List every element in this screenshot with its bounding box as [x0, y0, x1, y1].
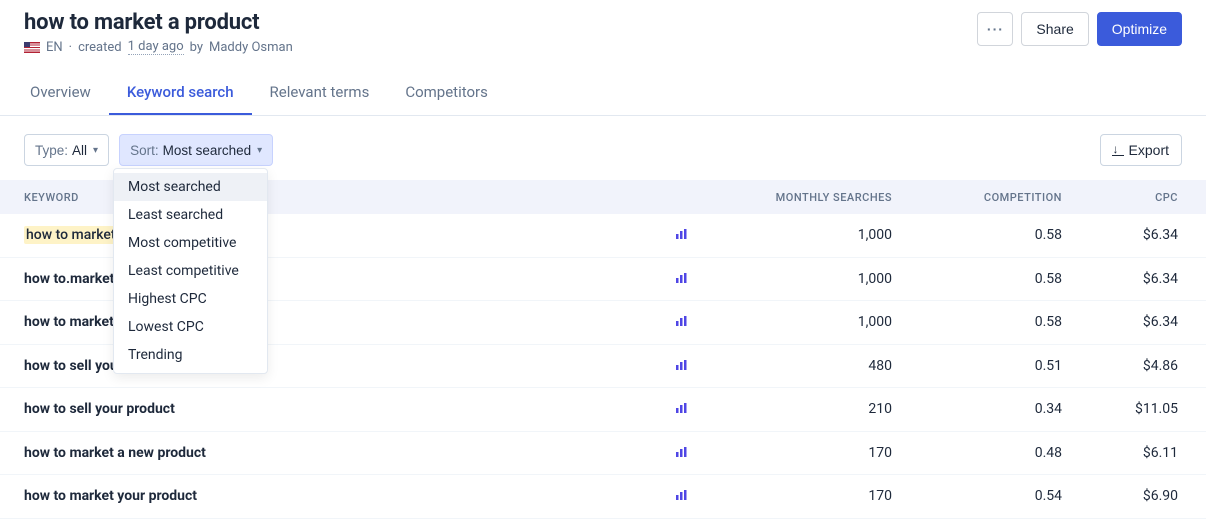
- tab-overview[interactable]: Overview: [24, 73, 109, 115]
- competition-cell: 0.48: [892, 445, 1062, 461]
- tabs: OverviewKeyword searchRelevant termsComp…: [0, 73, 1206, 116]
- trend-chart-icon[interactable]: [652, 314, 712, 330]
- competition-cell: 0.51: [892, 358, 1062, 374]
- sort-option[interactable]: Most competitive: [114, 229, 267, 257]
- table-row[interactable]: how to market your product 1700.54$6.90: [0, 475, 1206, 519]
- us-flag-icon: [24, 42, 40, 53]
- column-competition: COMPETITION: [892, 191, 1062, 204]
- share-button[interactable]: Share: [1021, 12, 1088, 46]
- trend-chart-icon[interactable]: [652, 401, 712, 417]
- competition-cell: 0.34: [892, 401, 1062, 417]
- monthly-cell: 1,000: [712, 227, 892, 243]
- chevron-down-icon: ▾: [257, 145, 262, 156]
- monthly-cell: 210: [712, 401, 892, 417]
- monthly-cell: 170: [712, 488, 892, 504]
- page-title: how to market a product: [24, 10, 293, 35]
- optimize-button[interactable]: Optimize: [1097, 12, 1182, 46]
- locale-code: EN: [46, 40, 63, 55]
- trend-chart-icon[interactable]: [652, 358, 712, 374]
- monthly-cell: 1,000: [712, 271, 892, 287]
- sort-filter-label: Sort:: [130, 143, 159, 158]
- keyword-cell: how to market a new product: [24, 445, 652, 461]
- sort-dropdown: Most searchedLeast searchedMost competit…: [113, 168, 268, 374]
- by-label: by: [190, 40, 203, 55]
- monthly-cell: 170: [712, 445, 892, 461]
- cpc-cell: $6.34: [1062, 314, 1182, 330]
- competition-cell: 0.58: [892, 227, 1062, 243]
- sort-option[interactable]: Trending: [114, 341, 267, 369]
- sort-option[interactable]: Highest CPC: [114, 285, 267, 313]
- keyword-cell: how to sell your product: [24, 401, 652, 417]
- download-icon: [1113, 145, 1123, 155]
- cpc-cell: $6.34: [1062, 271, 1182, 287]
- cpc-cell: $4.86: [1062, 358, 1182, 374]
- monthly-cell: 1,000: [712, 314, 892, 330]
- type-filter[interactable]: Type: All ▾: [24, 134, 109, 166]
- column-monthly: MONTHLY SEARCHES: [712, 191, 892, 204]
- trend-chart-icon[interactable]: [652, 271, 712, 287]
- trend-chart-icon[interactable]: [652, 488, 712, 504]
- table-row[interactable]: how to sell your product 2100.34$11.05: [0, 388, 1206, 432]
- chevron-down-icon: ▾: [93, 145, 98, 156]
- sort-filter-value: Most searched: [163, 143, 252, 158]
- page-meta: EN · created 1 day ago by Maddy Osman: [24, 39, 293, 55]
- tab-terms[interactable]: Relevant terms: [252, 73, 388, 115]
- column-cpc: CPC: [1062, 191, 1182, 204]
- sort-option[interactable]: Most searched: [114, 173, 267, 201]
- created-prefix: created: [78, 40, 122, 55]
- competition-cell: 0.58: [892, 314, 1062, 330]
- cpc-cell: $6.11: [1062, 445, 1182, 461]
- export-button[interactable]: Export: [1100, 134, 1182, 166]
- type-filter-label: Type:: [35, 143, 68, 158]
- sort-filter[interactable]: Sort: Most searched ▾: [119, 134, 273, 166]
- cpc-cell: $6.34: [1062, 227, 1182, 243]
- competition-cell: 0.58: [892, 271, 1062, 287]
- cpc-cell: $6.90: [1062, 488, 1182, 504]
- keyword-cell: how to market your product: [24, 488, 652, 504]
- sort-option[interactable]: Lowest CPC: [114, 313, 267, 341]
- cpc-cell: $11.05: [1062, 401, 1182, 417]
- created-time: 1 day ago: [128, 39, 184, 55]
- author-name: Maddy Osman: [209, 40, 293, 55]
- type-filter-value: All: [72, 143, 87, 158]
- export-label: Export: [1129, 142, 1169, 158]
- meta-separator: ·: [69, 40, 72, 55]
- tab-competitors[interactable]: Competitors: [387, 73, 506, 115]
- tab-keyword[interactable]: Keyword search: [109, 73, 252, 115]
- monthly-cell: 480: [712, 358, 892, 374]
- competition-cell: 0.54: [892, 488, 1062, 504]
- sort-option[interactable]: Least competitive: [114, 257, 267, 285]
- more-button[interactable]: ···: [977, 12, 1013, 46]
- table-row[interactable]: how to market a new product 1700.48$6.11: [0, 432, 1206, 476]
- trend-chart-icon[interactable]: [652, 445, 712, 461]
- trend-chart-icon[interactable]: [652, 227, 712, 243]
- sort-option[interactable]: Least searched: [114, 201, 267, 229]
